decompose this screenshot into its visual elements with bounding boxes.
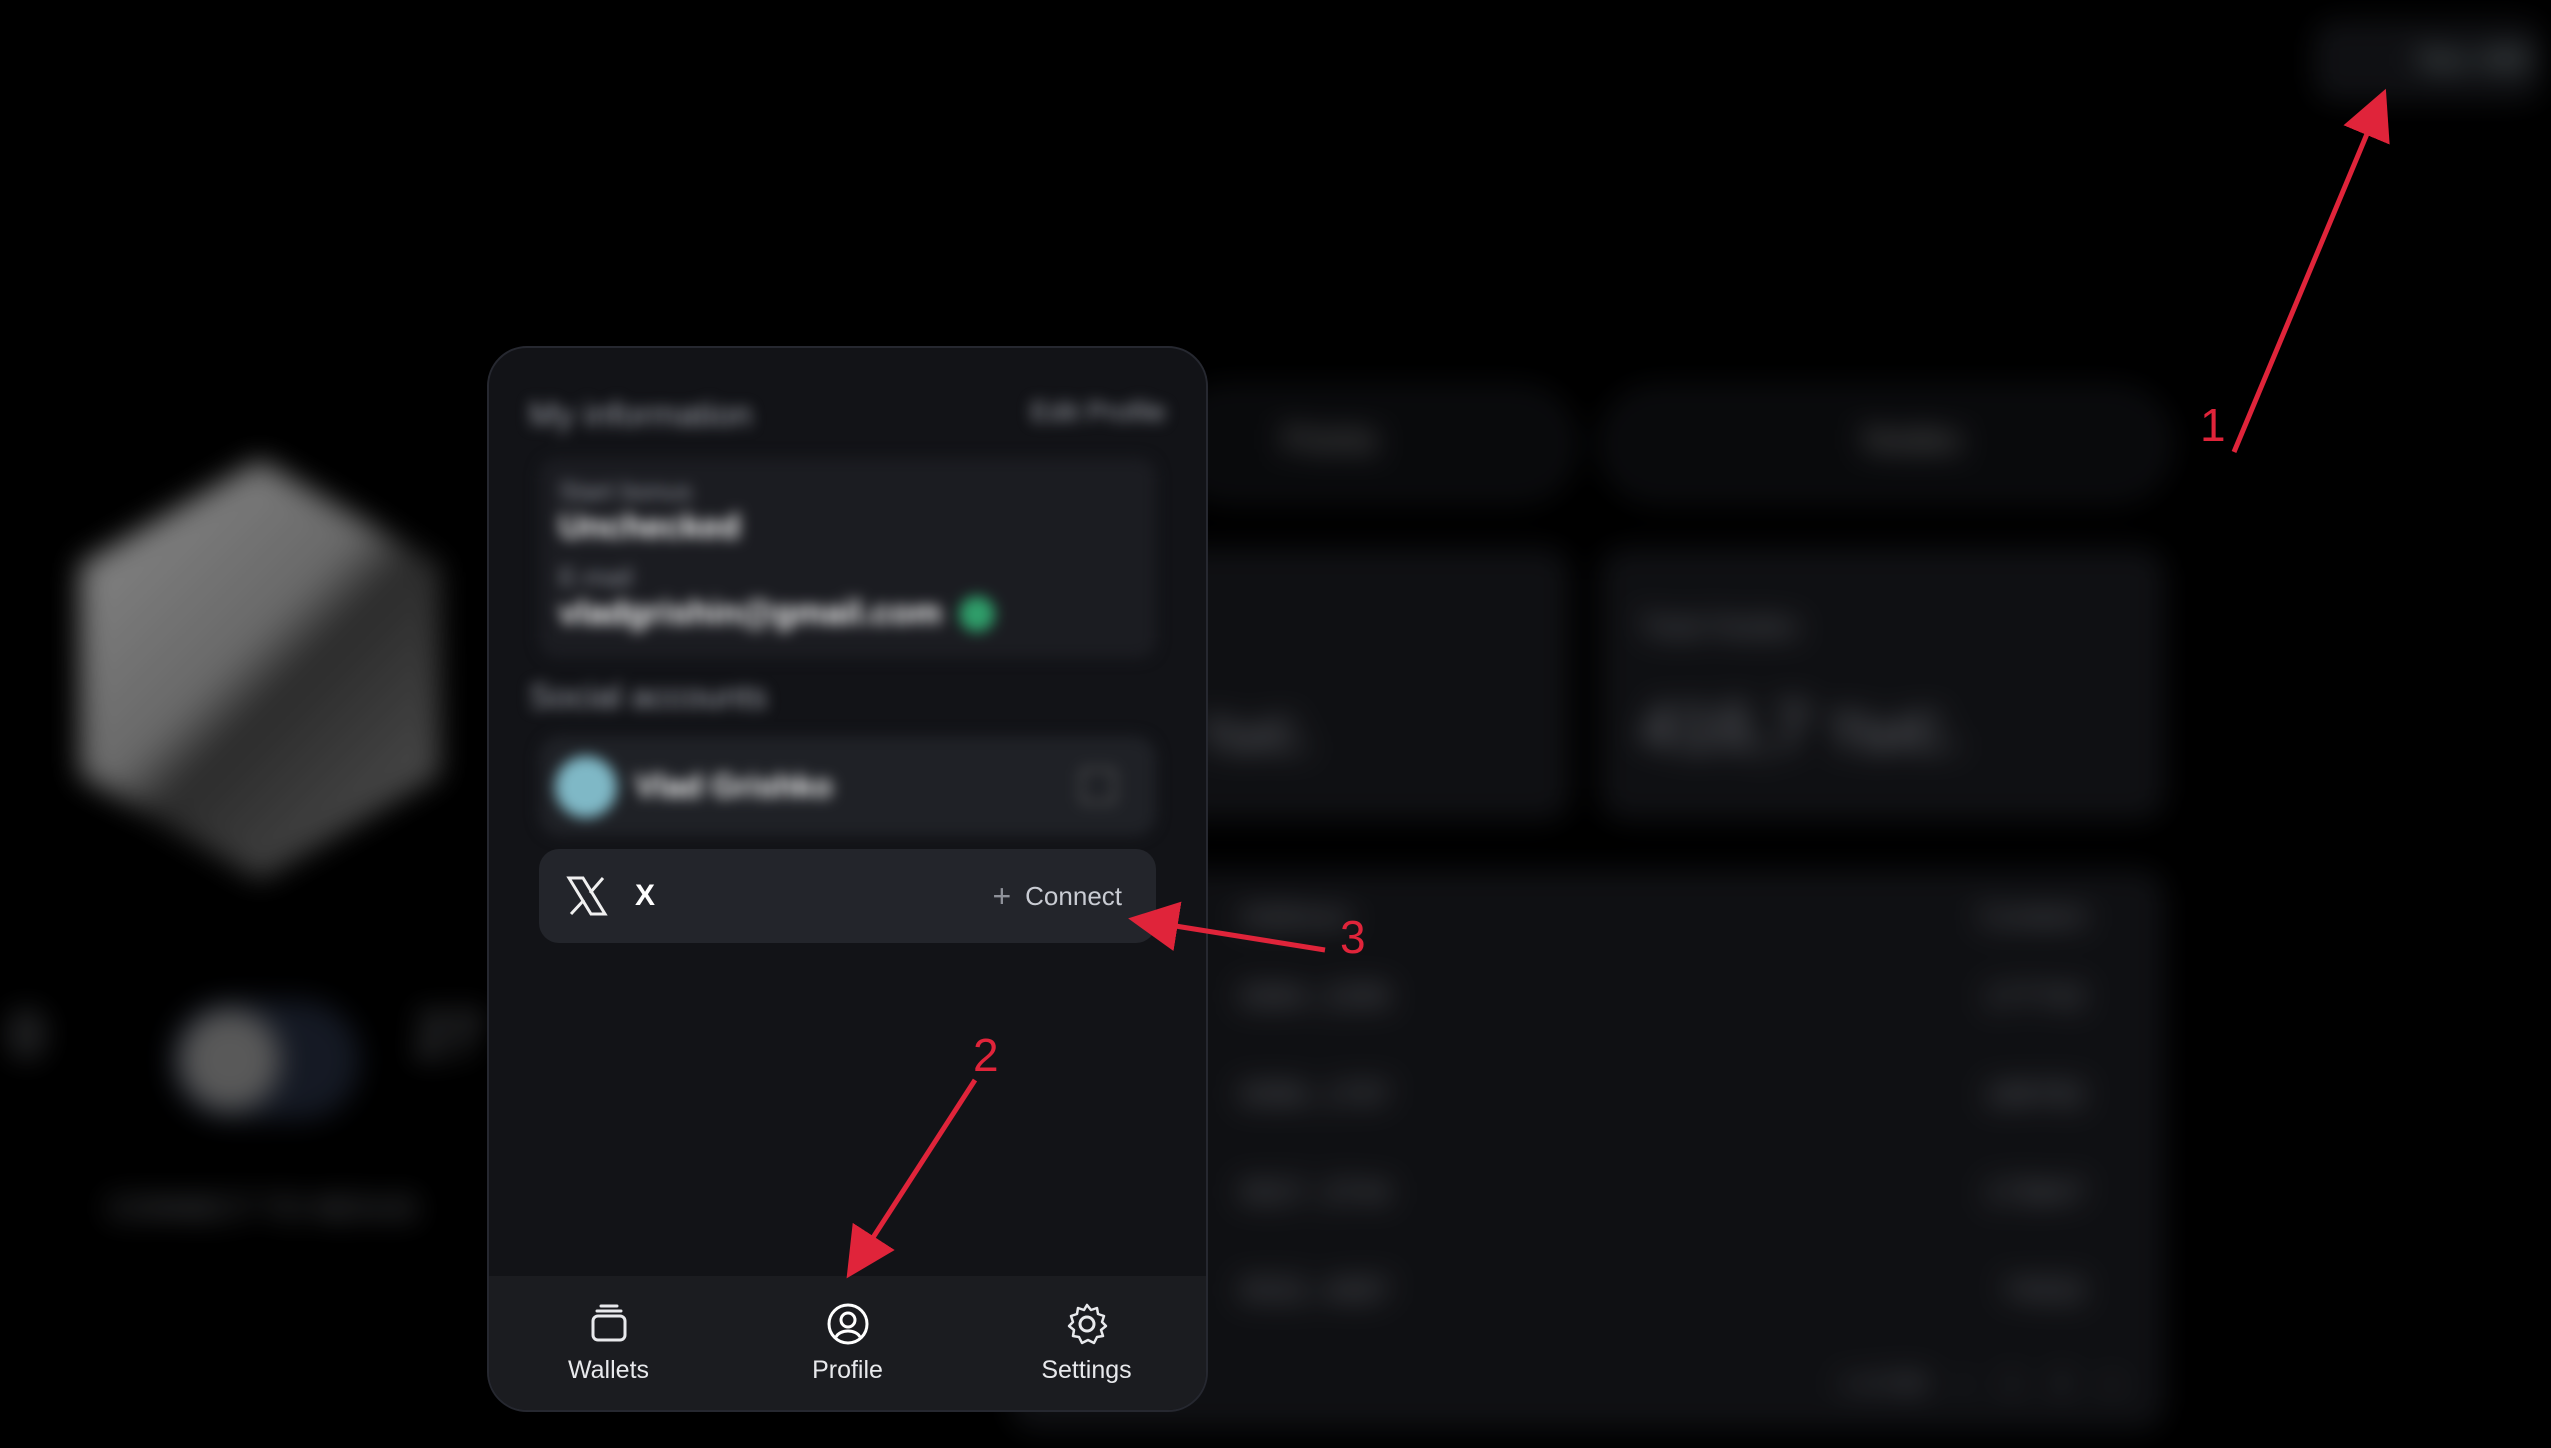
annotation-arrow-3 — [1128, 901, 1326, 953]
annotation-arrows — [846, 88, 2390, 1279]
annotation-label-1: 1 — [2200, 399, 2226, 451]
annotation-arrow-2 — [846, 1078, 978, 1279]
annotation-label-3: 3 — [1340, 911, 1366, 963]
annotation-arrow-1 — [2231, 88, 2390, 453]
annotation-label-2: 2 — [973, 1029, 999, 1081]
